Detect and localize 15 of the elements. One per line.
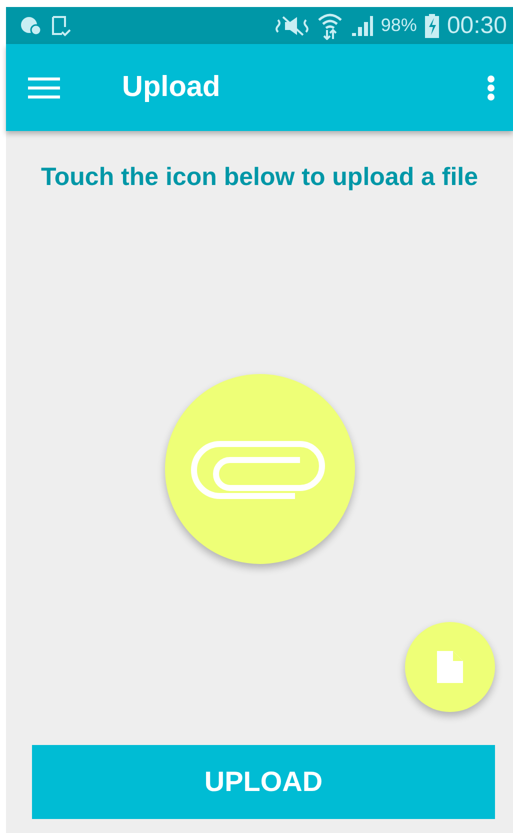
- wifi-icon: [316, 12, 343, 40]
- instruction-text: Touch the icon below to upload a file: [40, 162, 478, 193]
- battery-charging-icon: [424, 14, 439, 38]
- mute-icon: [274, 16, 309, 36]
- upload-button[interactable]: UPLOAD: [32, 745, 495, 819]
- battery-percentage: 98%: [380, 15, 417, 36]
- notification-icon: [20, 16, 42, 36]
- clock: 00:30: [446, 12, 507, 40]
- file-button[interactable]: [405, 622, 495, 712]
- signal-icon: [350, 14, 373, 36]
- app-title: Upload: [122, 71, 222, 104]
- file-icon: [437, 651, 463, 683]
- more-options-icon[interactable]: [487, 74, 495, 100]
- device-icon: [50, 14, 72, 36]
- menu-icon[interactable]: [28, 76, 60, 98]
